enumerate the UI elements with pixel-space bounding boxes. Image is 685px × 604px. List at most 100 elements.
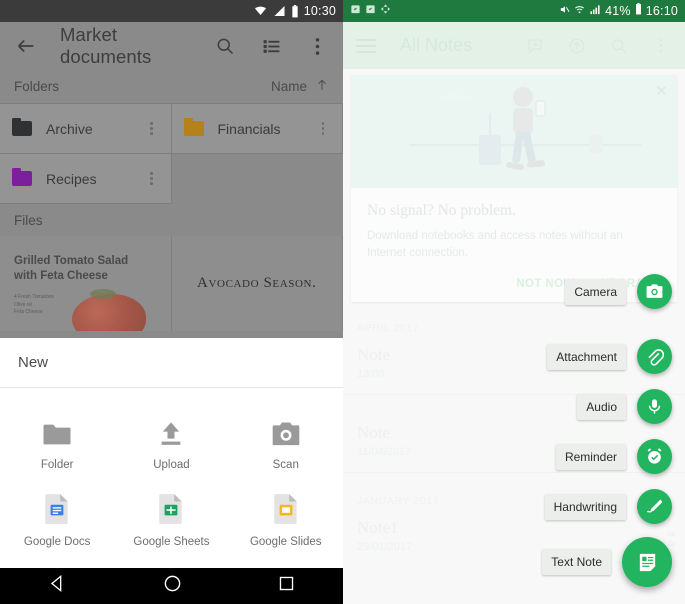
hamburger-menu-icon[interactable]: [356, 38, 376, 53]
wifi-icon: [253, 5, 268, 17]
note-list-item[interactable]: Note 13:08: [343, 338, 685, 394]
mute-icon: [559, 2, 570, 20]
sheet-action-google-docs[interactable]: Google Docs: [0, 477, 114, 554]
wifi-icon: [574, 2, 585, 20]
google-sheets-icon: [156, 491, 186, 525]
promo-heading: No signal? No problem.: [367, 202, 516, 219]
overflow-menu-icon[interactable]: [305, 34, 329, 58]
new-bottom-sheet: New Folder Upload Scan Google Docs Googl…: [0, 338, 343, 568]
folder-item-financials[interactable]: Financials: [171, 104, 343, 154]
folder-icon: [12, 168, 32, 186]
folder-icon: [183, 118, 204, 136]
not-now-button[interactable]: NOT NOW: [516, 278, 574, 290]
overflow-menu-icon[interactable]: [145, 122, 159, 135]
work-chat-icon[interactable]: [524, 35, 546, 57]
note-title: Note: [357, 345, 391, 364]
folder-name: Financials: [217, 120, 281, 137]
folder-icon: [12, 118, 32, 136]
evernote-screen: 41% 16:10 All Notes ✕ No signal? No prob…: [343, 0, 685, 604]
note-list-item[interactable]: Note 11/04/2017: [343, 395, 685, 472]
signal-icon: [273, 5, 286, 17]
sheet-action-label: Folder: [40, 459, 74, 471]
android-navigation-bar: [0, 568, 343, 604]
folder-icon: [41, 414, 73, 448]
view-list-icon[interactable]: [259, 34, 283, 58]
page-title: All Notes: [400, 35, 473, 55]
page-title: Market documents: [60, 24, 152, 67]
file-card-recipe[interactable]: Grilled Tomato Salad with Feta Cheese 4 …: [0, 236, 172, 331]
nav-home-icon[interactable]: [163, 574, 182, 598]
folders-grid: Archive Financials Recipes: [0, 104, 343, 204]
search-icon[interactable]: [213, 34, 237, 58]
folder-item-recipes[interactable]: Recipes: [0, 154, 172, 204]
upgrade-button[interactable]: UPGRADE: [601, 278, 661, 290]
sheet-action-label: Upload: [153, 459, 190, 471]
folder-name: Archive: [46, 120, 93, 137]
camera-icon: [270, 414, 302, 448]
google-docs-icon: [42, 491, 72, 525]
folder-name: Recipes: [46, 170, 97, 187]
dual-screenshot: 10:30 Market documents Folders Name Arch…: [0, 0, 685, 604]
promo-description: Download notebooks and access notes with…: [367, 230, 623, 259]
note-date: 11/04/2017: [357, 446, 412, 458]
arrow-up-icon[interactable]: [315, 78, 329, 95]
handwriting-thumbnail: culong, core lupedonun obra-ea noo y our…: [617, 529, 675, 563]
upload-circle-icon[interactable]: [566, 35, 588, 57]
overflow-menu-icon[interactable]: [650, 35, 672, 57]
sheet-action-folder[interactable]: Folder: [0, 400, 114, 477]
sheet-action-label: Scan: [272, 459, 299, 471]
evernote-notification-icon: [350, 2, 361, 20]
upload-icon: [156, 414, 186, 448]
note-month-header: APRIL 2017: [357, 322, 420, 334]
tomato-illustration: [72, 289, 146, 331]
back-arrow-icon[interactable]: [14, 34, 38, 58]
traveler-with-phone-illustration: ✕: [351, 75, 677, 188]
close-icon[interactable]: ✕: [655, 82, 668, 100]
search-icon[interactable]: [608, 35, 630, 57]
drive-app-bar: Market documents: [0, 22, 343, 70]
drive-status-bar: 10:30: [0, 0, 343, 22]
sync-icon: [380, 2, 391, 20]
file-preview-text: 4 Fresh Tomatoes Olive oil Feta Cheese: [14, 294, 54, 315]
battery-icon: [635, 2, 642, 20]
folders-section-header: Folders Name: [0, 70, 343, 104]
evernote-status-bar: 41% 16:10: [343, 0, 685, 22]
promo-body: No signal? No problem. Download notebook…: [351, 188, 677, 272]
file-card-avocado[interactable]: Avocado Season.: [171, 236, 343, 331]
folder-grid-empty-cell: [172, 154, 344, 204]
evernote-notification-icon: [365, 2, 376, 20]
nav-back-icon[interactable]: [48, 574, 67, 598]
folders-label: Folders: [14, 79, 60, 94]
battery-icon: [291, 4, 299, 18]
sheet-actions-grid: Folder Upload Scan Google Docs Google Sh…: [0, 388, 343, 568]
sheet-action-google-slides[interactable]: Google Slides: [229, 477, 343, 554]
promo-actions: NOT NOW UPGRADE: [351, 272, 677, 302]
sheet-action-google-sheets[interactable]: Google Sheets: [114, 477, 228, 554]
sheet-action-label: Google Docs: [23, 536, 91, 548]
sheet-action-label: Google Sheets: [133, 536, 210, 548]
files-label: Files: [14, 212, 43, 228]
drive-clock: 10:30: [303, 4, 336, 18]
offline-promo-card: ✕ No signal? No problem. Download notebo…: [351, 75, 677, 302]
sheet-action-label: Google Slides: [249, 536, 322, 548]
google-slides-icon: [271, 491, 301, 525]
evernote-app-bar: All Notes: [343, 22, 685, 69]
sort-label[interactable]: Name: [271, 79, 307, 94]
file-title: Grilled Tomato Salad with Feta Cheese: [14, 255, 129, 282]
folder-item-archive[interactable]: Archive: [0, 104, 172, 154]
signal-icon: [589, 2, 601, 20]
nav-recents-icon[interactable]: [278, 575, 295, 597]
note-list-item[interactable]: Note1 29/01/2017 cu long, core lu pedonun …: [343, 511, 685, 567]
battery-percent: 41%: [605, 4, 631, 18]
note-month-header: JANUARY 2017: [357, 495, 440, 507]
file-title: Avocado Season.: [197, 275, 317, 291]
google-drive-screen: 10:30 Market documents Folders Name Arch…: [0, 0, 343, 604]
overflow-menu-icon[interactable]: [316, 122, 330, 135]
sheet-action-upload[interactable]: Upload: [114, 400, 228, 477]
evernote-clock: 16:10: [645, 4, 678, 18]
note-date: 13:08: [357, 368, 385, 380]
files-section-header: Files: [0, 204, 343, 236]
note-title: Note: [357, 423, 391, 442]
overflow-menu-icon[interactable]: [145, 172, 159, 185]
sheet-action-scan[interactable]: Scan: [229, 400, 343, 477]
